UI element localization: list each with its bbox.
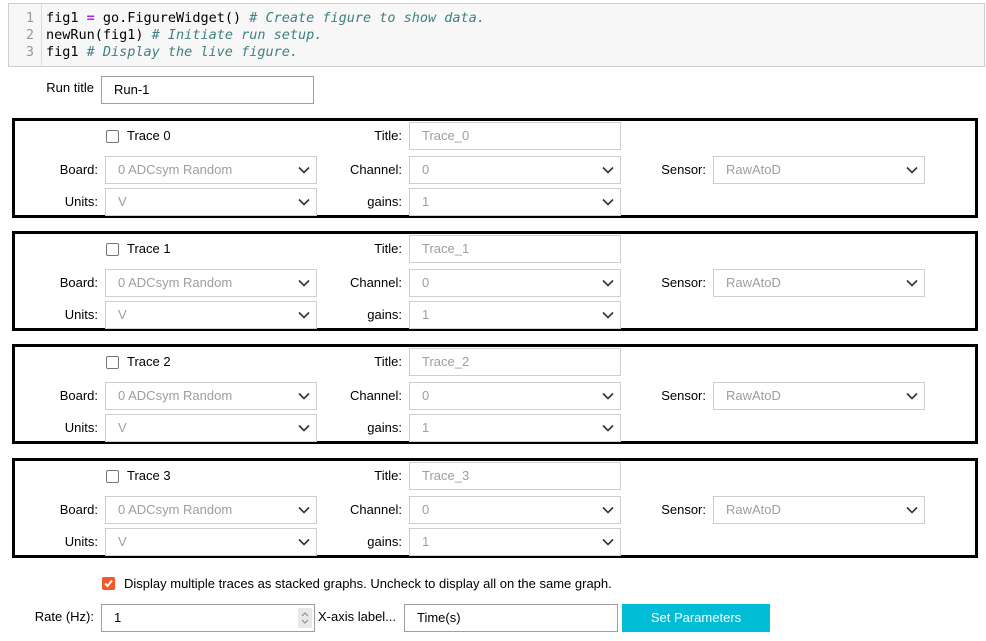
xaxis-label: X-axis label... <box>318 609 397 624</box>
board-select[interactable]: 0 ADCsym Random <box>105 156 317 184</box>
units-select[interactable]: V <box>105 528 317 556</box>
trace-panel-1: Trace 1 Title: Trace_1 Board: 0 ADCsym Ra… <box>12 231 978 331</box>
trace-label: Trace 3 <box>127 468 171 483</box>
trace-panel-3: Trace 3 Title: Trace_3 Board: 0 ADCsym Ra… <box>12 458 978 558</box>
trace-checkbox[interactable] <box>106 130 119 143</box>
trace-checkbox[interactable] <box>106 243 119 256</box>
sensor-select[interactable]: RawAtoD <box>713 496 925 524</box>
chevron-down-icon <box>602 311 614 319</box>
sensor-label: Sensor: <box>661 275 706 290</box>
board-select[interactable]: 0 ADCsym Random <box>105 269 317 297</box>
trace-label: Trace 2 <box>127 354 171 369</box>
run-title-label: Run title <box>46 80 94 95</box>
gains-select[interactable]: 1 <box>409 528 621 556</box>
title-label: Title: <box>374 128 402 143</box>
channel-label: Channel: <box>349 275 402 290</box>
chevron-down-icon <box>602 506 614 514</box>
chevron-down-icon <box>298 506 310 514</box>
rate-label: Rate (Hz): <box>34 609 94 624</box>
chevron-down-icon <box>298 279 310 287</box>
chevron-down-icon <box>298 198 310 206</box>
units-label: Units: <box>64 420 98 435</box>
code-line: fig1 # Display the live figure. <box>46 44 298 60</box>
chevron-down-icon <box>298 311 310 319</box>
trace-panel-0: Trace 0 Title: Trace_0 Board: 0 ADCsym Ra… <box>12 118 978 218</box>
channel-label: Channel: <box>349 502 402 517</box>
trace-title-input[interactable]: Trace_0 <box>409 122 621 150</box>
units-label: Units: <box>64 307 98 322</box>
chevron-down-icon <box>602 538 614 546</box>
code-cell[interactable]: 1 2 3 fig1 = go.FigureWidget() # Create … <box>8 3 985 67</box>
chevron-down-icon <box>906 506 918 514</box>
chevron-down-icon <box>298 538 310 546</box>
checkmark-icon <box>104 579 113 588</box>
board-select[interactable]: 0 ADCsym Random <box>105 496 317 524</box>
board-select[interactable]: 0 ADCsym Random <box>105 382 317 410</box>
title-label: Title: <box>374 468 402 483</box>
trace-checkbox[interactable] <box>106 356 119 369</box>
xaxis-input[interactable]: Time(s) <box>404 604 618 632</box>
units-label: Units: <box>64 194 98 209</box>
gains-label: gains: <box>367 307 402 322</box>
code-lines: fig1 = go.FigureWidget() # Create figure… <box>42 4 485 66</box>
line-numbers: 1 2 3 <box>9 4 42 66</box>
gains-select[interactable]: 1 <box>409 188 621 216</box>
trace-title-input[interactable]: Trace_3 <box>409 462 621 490</box>
gains-label: gains: <box>367 534 402 549</box>
spinner-icon[interactable] <box>298 608 312 628</box>
channel-select[interactable]: 0 <box>409 496 621 524</box>
stacked-label: Display multiple traces as stacked graph… <box>124 576 612 591</box>
sensor-label: Sensor: <box>661 388 706 403</box>
board-label: Board: <box>59 275 98 290</box>
sensor-select[interactable]: RawAtoD <box>713 382 925 410</box>
channel-select[interactable]: 0 <box>409 382 621 410</box>
chevron-down-icon <box>602 166 614 174</box>
stacked-checkbox[interactable] <box>102 577 115 590</box>
sensor-label: Sensor: <box>661 162 706 177</box>
trace-label: Trace 1 <box>127 241 171 256</box>
chevron-down-icon <box>298 424 310 432</box>
trace-label: Trace 0 <box>127 128 171 143</box>
channel-label: Channel: <box>349 388 402 403</box>
trace-panel-2: Trace 2 Title: Trace_2 Board: 0 ADCsym Ra… <box>12 344 978 444</box>
code-line: newRun(fig1) # Initiate run setup. <box>46 27 323 43</box>
units-label: Units: <box>64 534 98 549</box>
channel-select[interactable]: 0 <box>409 156 621 184</box>
sensor-select[interactable]: RawAtoD <box>713 156 925 184</box>
gains-select[interactable]: 1 <box>409 301 621 329</box>
board-label: Board: <box>59 162 98 177</box>
chevron-down-icon <box>298 392 310 400</box>
code-line: fig1 = go.FigureWidget() # Create figure… <box>46 10 485 26</box>
sensor-label: Sensor: <box>661 502 706 517</box>
title-label: Title: <box>374 241 402 256</box>
chevron-down-icon <box>906 166 918 174</box>
chevron-down-icon <box>906 392 918 400</box>
chevron-down-icon <box>602 424 614 432</box>
board-label: Board: <box>59 388 98 403</box>
trace-title-input[interactable]: Trace_2 <box>409 348 621 376</box>
rate-input[interactable]: 1 <box>101 604 315 632</box>
chevron-down-icon <box>602 198 614 206</box>
chevron-down-icon <box>298 166 310 174</box>
sensor-select[interactable]: RawAtoD <box>713 269 925 297</box>
channel-label: Channel: <box>349 162 402 177</box>
title-label: Title: <box>374 354 402 369</box>
board-label: Board: <box>59 502 98 517</box>
set-parameters-button[interactable]: Set Parameters <box>622 604 770 632</box>
channel-select[interactable]: 0 <box>409 269 621 297</box>
gains-label: gains: <box>367 194 402 209</box>
gains-label: gains: <box>367 420 402 435</box>
trace-title-input[interactable]: Trace_1 <box>409 235 621 263</box>
chevron-down-icon <box>602 279 614 287</box>
gains-select[interactable]: 1 <box>409 414 621 442</box>
units-select[interactable]: V <box>105 414 317 442</box>
chevron-down-icon <box>906 279 918 287</box>
units-select[interactable]: V <box>105 188 317 216</box>
units-select[interactable]: V <box>105 301 317 329</box>
chevron-down-icon <box>602 392 614 400</box>
trace-checkbox[interactable] <box>106 470 119 483</box>
run-title-input[interactable]: Run-1 <box>101 76 314 104</box>
